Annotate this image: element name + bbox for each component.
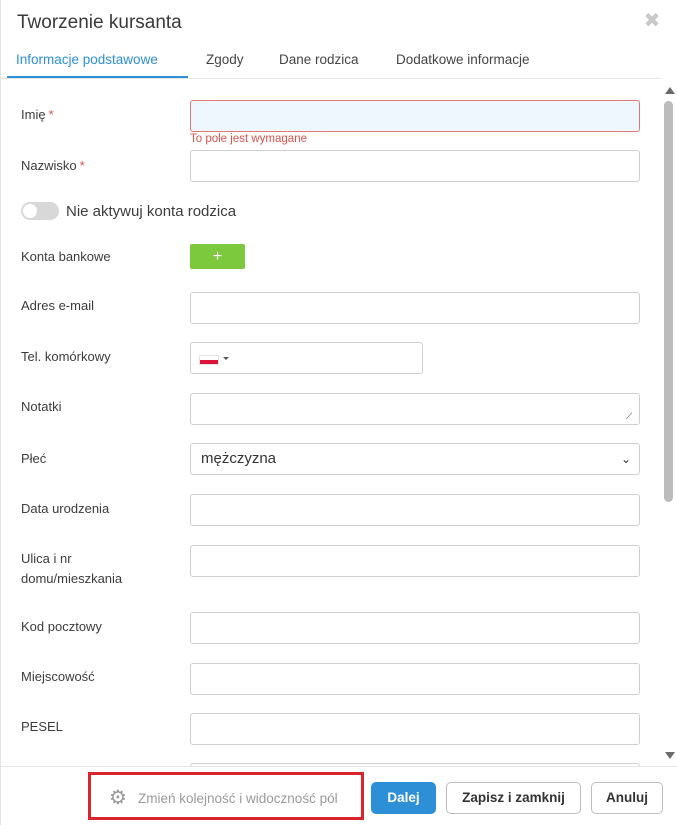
tab-parent-data[interactable]: Dane rodzica — [279, 52, 359, 78]
notes-textarea[interactable]: ⟋ — [190, 393, 640, 425]
parent-account-toggle-label: Nie aktywuj konta rodzica — [66, 203, 237, 220]
scroll-down-icon[interactable] — [665, 752, 675, 759]
country-caret-icon[interactable] — [223, 357, 229, 360]
tab-basic-info[interactable]: Informacje podstawowe — [16, 52, 158, 78]
form-scrollbar[interactable] — [661, 79, 677, 766]
parent-account-toggle[interactable] — [21, 202, 59, 220]
change-field-order-link[interactable]: Zmień kolejność i widoczność pól — [138, 791, 338, 806]
notes-label: Notatki — [21, 399, 62, 414]
pesel-label: PESEL — [21, 719, 63, 734]
last-name-input[interactable] — [190, 150, 640, 182]
postal-code-label: Kod pocztowy — [21, 619, 102, 634]
mobile-label: Tel. komórkowy — [21, 349, 111, 364]
gear-icon[interactable]: ⚙ — [109, 788, 129, 808]
first-name-input[interactable] — [190, 100, 640, 132]
dialog-title: Tworzenie kursanta — [17, 12, 182, 33]
add-bank-account-button[interactable]: + — [190, 244, 245, 269]
postal-code-input[interactable] — [190, 612, 640, 644]
birth-date-label: Data urodzenia — [21, 501, 110, 516]
toggle-knob — [23, 204, 37, 218]
pl-flag-icon[interactable] — [199, 355, 219, 365]
street-input[interactable] — [190, 545, 640, 577]
tab-additional-info[interactable]: Dodatkowe informacje — [396, 52, 530, 78]
chevron-down-icon: ⌄ — [620, 452, 631, 466]
save-and-close-button[interactable]: Zapisz i zamknij — [446, 782, 581, 814]
email-input[interactable] — [190, 292, 640, 324]
first-name-label: Imię * — [21, 107, 54, 122]
birth-date-input[interactable] — [190, 494, 640, 526]
tab-consents[interactable]: Zgody — [206, 52, 244, 78]
scrollbar-thumb[interactable] — [664, 101, 673, 502]
street-label: Ulica i nr domu/mieszkania — [21, 551, 123, 586]
next-button[interactable]: Dalej — [371, 782, 436, 814]
email-label: Adres e-mail — [21, 298, 94, 313]
bank-accounts-label: Konta bankowe — [21, 249, 111, 264]
form-scroll-area: Imię * To pole jest wymagane Nazwisko * Ni… — [1, 79, 661, 766]
scroll-up-icon[interactable] — [665, 87, 675, 94]
first-name-error: To pole jest wymagane — [190, 133, 307, 145]
dialog-footer: ⚙ Zmień kolejność i widoczność pól Dalej… — [1, 766, 677, 825]
pesel-input[interactable] — [190, 713, 640, 745]
last-name-label: Nazwisko * — [21, 158, 85, 173]
cancel-button[interactable]: Anuluj — [591, 782, 663, 814]
mobile-input[interactable] — [190, 342, 423, 374]
gender-select-value: mężczyzna — [201, 450, 277, 467]
gender-select[interactable]: mężczyzna ⌄ — [190, 443, 640, 475]
city-label: Miejscowość — [21, 669, 95, 684]
resize-handle-icon[interactable]: ⟋ — [626, 411, 636, 421]
gender-label: Płeć — [21, 451, 47, 466]
tab-bar: Informacje podstawowe Zgody Dane rodzica… — [1, 52, 677, 78]
close-icon[interactable]: ✖ — [643, 11, 661, 31]
create-student-dialog: Tworzenie kursanta ✖ Informacje podstawo… — [0, 0, 677, 825]
city-input[interactable] — [190, 663, 640, 695]
